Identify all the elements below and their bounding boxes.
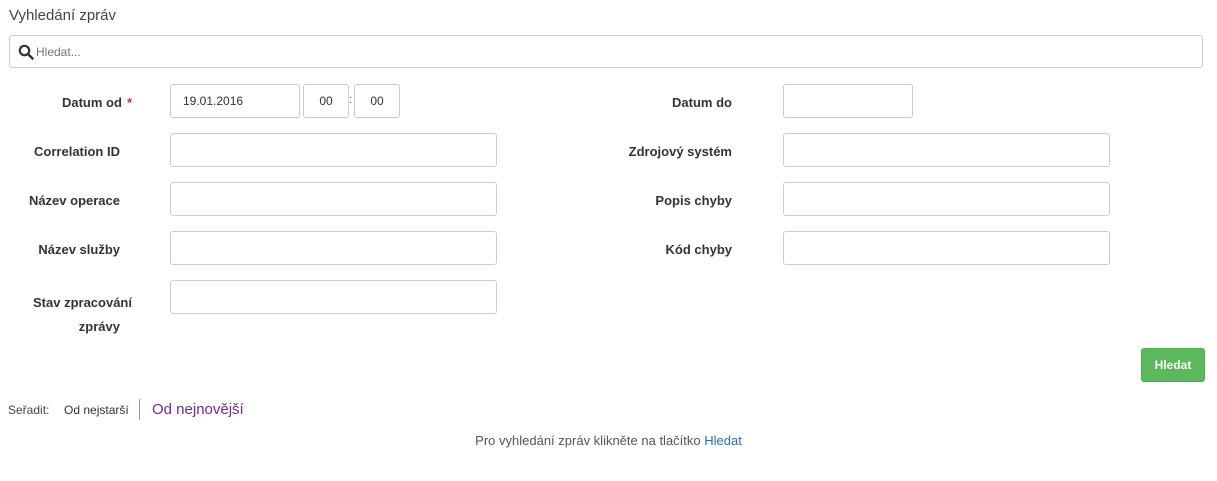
processing-state-label: Stav zpracování zprávy <box>0 291 132 339</box>
search-box[interactable] <box>9 35 1203 68</box>
correlation-id-input[interactable] <box>170 133 497 167</box>
page-title: Vyhledání zpráv <box>9 7 117 24</box>
operation-name-label: Název operace <box>28 193 120 208</box>
error-description-label: Popis chyby <box>655 193 732 208</box>
source-system-input[interactable] <box>783 133 1110 167</box>
date-from-hour-input[interactable] <box>303 84 349 118</box>
error-description-input[interactable] <box>783 182 1110 216</box>
search-hint-link[interactable]: Hledat <box>704 433 742 448</box>
sort-oldest-link[interactable]: Od nejstarší <box>64 403 129 417</box>
error-code-label: Kód chyby <box>665 242 732 257</box>
processing-state-label-line2: zprávy <box>78 319 120 334</box>
source-system-label: Zdrojový systém <box>628 144 732 159</box>
search-hint-text: Pro vyhledání zpráv klikněte na tlačítko <box>475 433 701 448</box>
date-from-input[interactable] <box>170 84 300 118</box>
required-mark: * <box>126 95 132 110</box>
search-button[interactable]: Hledat <box>1141 348 1205 382</box>
operation-name-input[interactable] <box>170 182 497 216</box>
search-hint: Pro vyhledání zpráv klikněte na tlačítko… <box>0 433 1217 448</box>
processing-state-input[interactable] <box>170 280 497 314</box>
service-name-label: Název služby <box>38 242 120 257</box>
processing-state-label-line1: Stav zpracování <box>33 295 132 310</box>
date-to-input[interactable] <box>783 84 913 118</box>
date-from-label: Datum od * <box>20 95 132 110</box>
correlation-id-label: Correlation ID <box>34 144 120 159</box>
search-icon <box>18 44 34 60</box>
sort-divider <box>139 399 140 420</box>
date-to-label: Datum do <box>672 95 732 110</box>
search-input[interactable] <box>36 36 1196 67</box>
sort-newest-link[interactable]: Od nejnovější <box>152 401 244 418</box>
date-from-label-text: Datum od <box>61 95 122 110</box>
sort-label: Seřadit: <box>8 403 50 417</box>
date-from-minute-input[interactable] <box>354 84 400 118</box>
service-name-input[interactable] <box>170 231 497 265</box>
time-separator: : <box>349 92 353 106</box>
error-code-input[interactable] <box>783 231 1110 265</box>
